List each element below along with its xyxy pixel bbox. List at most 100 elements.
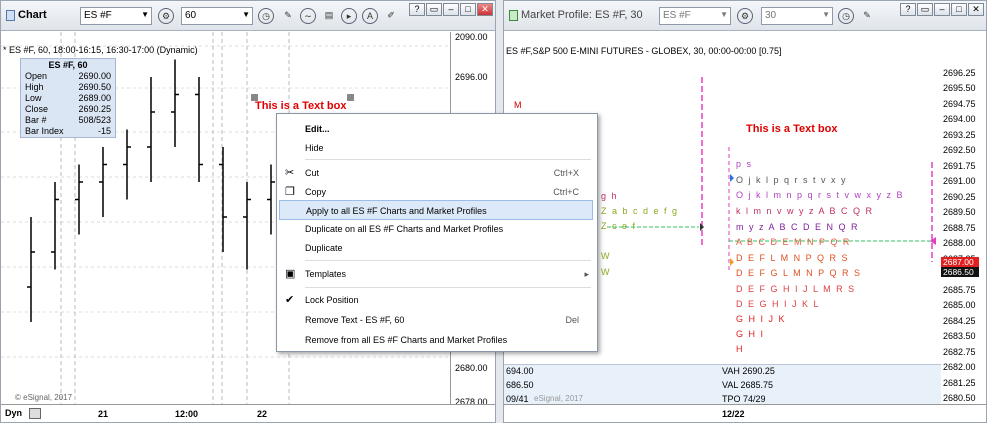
text-box[interactable]: This is a Text box bbox=[255, 100, 347, 112]
y-label: 2688.75 bbox=[943, 223, 976, 233]
profile-row: A B C D E M N P Q R bbox=[736, 237, 851, 247]
menu-item-copy[interactable]: ❐ Copy Ctrl+C bbox=[277, 182, 597, 202]
settings-icon[interactable]: ⚙ bbox=[737, 8, 753, 24]
y-label: 2691.00 bbox=[943, 176, 976, 186]
profile-left-row: g h bbox=[601, 191, 619, 201]
menu-item-duplicate[interactable]: Duplicate bbox=[277, 238, 597, 258]
chart-window-icon bbox=[6, 10, 15, 21]
context-menu: Edit... Hide ✂ Cut Ctrl+X ❐ Copy Ctrl+C Appl… bbox=[276, 113, 598, 352]
check-icon: ✔ bbox=[285, 294, 295, 306]
close-button[interactable]: ✕ bbox=[968, 3, 984, 16]
y-label: 2691.75 bbox=[943, 161, 976, 171]
summary-value: 686.50 bbox=[506, 380, 534, 390]
data-row: Low 2689.00 bbox=[25, 93, 111, 103]
chart-header: * ES #F, 60, 18:00-16:15, 16:30-17:00 (D… bbox=[3, 45, 198, 55]
profile-left-row: Z a b c d e f g bbox=[601, 206, 679, 216]
menu-item-hide[interactable]: Hide bbox=[277, 138, 597, 158]
copyright: eSignal, 2017 bbox=[534, 394, 583, 403]
y-label: 2090.00 bbox=[455, 32, 488, 42]
settings-icon[interactable]: ⚙ bbox=[158, 8, 174, 24]
y-label: 2683.50 bbox=[943, 331, 976, 341]
y-label: 2688.00 bbox=[943, 238, 976, 248]
restore-button[interactable]: ▭ bbox=[426, 3, 442, 16]
marker-label: M bbox=[514, 100, 522, 110]
data-row: Bar #508/523 bbox=[25, 115, 111, 125]
y-label: 2696.25 bbox=[943, 68, 976, 78]
chevron-down-icon[interactable]: ▼ bbox=[141, 10, 149, 19]
y-label: 2682.75 bbox=[943, 347, 976, 357]
price-tag: 2686.50 bbox=[941, 267, 979, 277]
vah-value: VAH 2690.25 bbox=[722, 366, 775, 376]
interval-input[interactable]: 60 ▼ bbox=[181, 7, 253, 25]
maximize-button[interactable]: □ bbox=[460, 3, 476, 16]
alert-icon[interactable]: A bbox=[362, 8, 378, 24]
dyn-label: Dyn bbox=[5, 408, 23, 418]
help-button[interactable]: ? bbox=[900, 3, 916, 16]
pen-icon[interactable]: ✐ bbox=[383, 8, 399, 24]
ohlc-bar bbox=[75, 164, 83, 235]
symbol-input[interactable]: ES #F ▼ bbox=[659, 7, 731, 25]
y-label: 2685.00 bbox=[943, 300, 976, 310]
market-profile-toolbar: Market Profile: ES #F, 30 ES #F ▼ ⚙ 30 ▼ ◷… bbox=[504, 1, 986, 31]
x-label: 21 bbox=[98, 409, 109, 419]
profile-left-row: W bbox=[601, 267, 611, 277]
minimize-button[interactable]: – bbox=[443, 3, 459, 16]
tpo-value: TPO 74/29 bbox=[722, 394, 766, 404]
profile-row: p s bbox=[736, 159, 753, 169]
play-icon[interactable]: ▸ bbox=[341, 8, 357, 24]
clock-icon[interactable]: ◷ bbox=[838, 8, 854, 24]
market-profile-title: Market Profile: ES #F, 30 bbox=[521, 9, 643, 21]
maximize-button[interactable]: □ bbox=[951, 3, 967, 16]
chevron-down-icon[interactable]: ▼ bbox=[242, 10, 250, 19]
chevron-down-icon: ▼ bbox=[822, 10, 830, 19]
profile-row: D E F G H I J L M R S bbox=[736, 284, 856, 294]
summary-value: 09/41 bbox=[506, 394, 529, 404]
window-buttons: ? ▭ – □ ✕ bbox=[409, 3, 493, 16]
help-button[interactable]: ? bbox=[409, 3, 425, 16]
menu-item-lock-position[interactable]: ✔ Lock Position bbox=[277, 290, 597, 310]
market-profile-header: ES #F,S&P 500 E-MINI FUTURES - GLOBEX, 3… bbox=[506, 46, 782, 56]
menu-item-templates[interactable]: ▣ Templates ▸ bbox=[277, 264, 597, 284]
interval-input[interactable]: 30 ▼ bbox=[761, 7, 833, 25]
menu-item-cut[interactable]: ✂ Cut Ctrl+X bbox=[277, 163, 597, 183]
data-row: High 2690.50 bbox=[25, 82, 111, 92]
x-axis: 12/22 bbox=[504, 404, 986, 422]
profile-row: m y z A B C D E N Q R bbox=[736, 222, 860, 232]
clock-icon[interactable]: ◷ bbox=[258, 8, 274, 24]
summary-value: 694.00 bbox=[506, 366, 534, 376]
pencil-icon[interactable]: ✎ bbox=[280, 8, 296, 24]
minimize-button[interactable]: – bbox=[934, 3, 950, 16]
text-box[interactable]: This is a Text box bbox=[746, 123, 838, 135]
resize-handle[interactable] bbox=[347, 94, 354, 101]
y-label: 2694.00 bbox=[943, 114, 976, 124]
curve-icon[interactable]: ∼ bbox=[300, 8, 316, 24]
menu-item-remove-text[interactable]: Remove Text - ES #F, 60 Del bbox=[277, 310, 597, 330]
close-button[interactable]: ✕ bbox=[477, 3, 493, 16]
y-label: 2692.50 bbox=[943, 145, 976, 155]
data-row: Close 2690.25 bbox=[25, 104, 111, 114]
profile-row: k l m n v w y z A B C Q R bbox=[736, 206, 874, 216]
ohlc-bar bbox=[123, 129, 131, 200]
y-label: 2689.50 bbox=[943, 207, 976, 217]
y-label: 2696.00 bbox=[455, 72, 488, 82]
chart-icon[interactable]: ▤ bbox=[321, 8, 337, 24]
y-label: 2693.25 bbox=[943, 130, 976, 140]
menu-item-edit[interactable]: Edit... bbox=[277, 119, 597, 139]
y-label: 2690.25 bbox=[943, 192, 976, 202]
menu-item-duplicate-all[interactable]: Duplicate on all ES #F Charts and Market… bbox=[277, 219, 597, 239]
dyn-icon[interactable] bbox=[29, 408, 41, 419]
chart-toolbar: Chart ES #F ▼ ⚙ 60 ▼ ◷ ✎ ∼ ▤ ▸ A ✐ ? ▭ – □… bbox=[1, 1, 495, 31]
restore-button[interactable]: ▭ bbox=[917, 3, 933, 16]
ohlc-bar bbox=[147, 77, 155, 182]
pencil-icon[interactable]: ✎ bbox=[859, 8, 875, 24]
profile-row: G H I J K bbox=[736, 314, 787, 324]
y-label: 2694.75 bbox=[943, 99, 976, 109]
data-row: Bar Index -15 bbox=[25, 126, 111, 136]
symbol-input[interactable]: ES #F ▼ bbox=[80, 7, 152, 25]
scissors-icon: ✂ bbox=[285, 167, 295, 179]
y-label: 2680.50 bbox=[943, 393, 976, 403]
menu-item-remove-all[interactable]: Remove from all ES #F Charts and Market … bbox=[277, 330, 597, 350]
chevron-down-icon: ▼ bbox=[720, 10, 728, 19]
menu-item-apply-all[interactable]: Apply to all ES #F Charts and Market Pro… bbox=[279, 200, 593, 220]
ohlc-bar bbox=[171, 59, 179, 147]
